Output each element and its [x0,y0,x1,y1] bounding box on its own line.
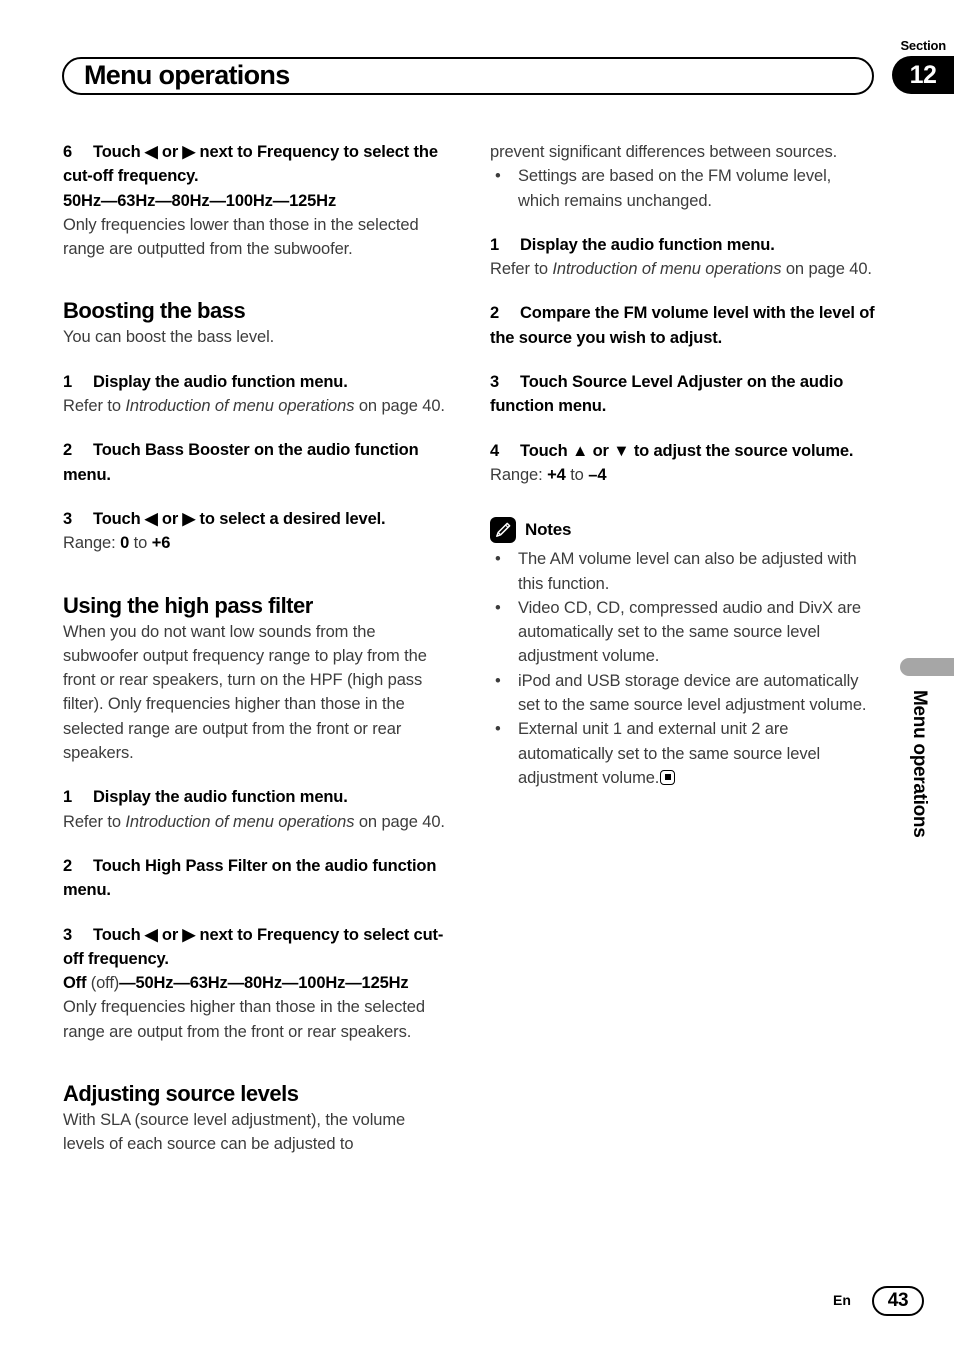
hpf-step-3-values: Off (off)—50Hz—63Hz—80Hz—100Hz—125Hz [63,971,449,995]
side-tab-marker [900,658,954,676]
pencil-icon [490,517,516,544]
step-number: 3 [63,925,73,944]
refer-suffix: on page 40. [781,260,872,279]
step-text: Compare the FM volume level with the lev… [490,304,875,347]
page-number: 43 [872,1286,924,1316]
right-column: prevent significant differences between … [490,140,876,790]
step-number: 3 [63,509,73,528]
range-from: 0 [120,534,130,553]
value-off-note: (off) [86,974,120,993]
end-of-section-icon [660,769,676,785]
step-text: Touch ◀ or ▶ next to Frequency to select… [63,925,444,968]
bullet-icon: • [495,598,501,617]
section-number-badge: 12 [892,56,954,94]
notes-list: • The AM volume level can also be adjuste… [490,547,876,790]
section-label: Section [900,38,946,53]
refer-prefix: Refer to [63,397,126,416]
range-label: Range: [63,534,121,553]
page-header: Section 12 Menu operations [0,0,954,120]
value-off: Off [63,974,87,993]
step-text: Display the audio function menu. [520,235,775,254]
list-item: • External unit 1 and external unit 2 are… [490,717,876,790]
hpf-step-2: 2 Touch High Pass Filter on the audio fun… [63,854,449,903]
step-number: 3 [490,373,500,392]
bullet-icon: • [495,671,501,690]
refer-italic-title: Introduction of menu operations [552,260,782,279]
range-conjunction: to [129,534,152,553]
range-to: –4 [588,465,607,484]
refer-prefix: Refer to [63,812,126,831]
list-item: • iPod and USB storage device are automat… [490,669,876,718]
refer-italic-title: Introduction of menu operations [125,397,355,416]
range-label: Range: [490,465,548,484]
bullet-icon: • [495,720,501,739]
sla-step-4: 4 Touch ▲ or ▼ to adjust the source volum… [490,439,876,463]
page-title: Menu operations [84,60,290,90]
boosting-range: Range: 0 to +6 [63,531,449,555]
step-6-values: 50Hz—63Hz—80Hz—100Hz—125Hz [63,191,337,210]
sla-intro-continued: prevent significant differences between … [490,143,838,161]
value-frequencies: —50Hz—63Hz—80Hz—100Hz—125Hz [119,974,409,993]
sla-step-1-refer: Refer to Introduction of menu operations… [490,257,876,281]
step-number: 1 [490,235,500,254]
boosting-step-1: 1 Display the audio function menu. [63,370,449,394]
heading-adjusting-source-levels: Adjusting source levels [63,1081,299,1107]
heading-boosting-the-bass: Boosting the bass [63,298,246,324]
list-item-text: Settings are based on the FM volume leve… [518,167,832,210]
list-item-text: The AM volume level can also be adjusted… [518,550,857,593]
step-6: 6 Touch ◀ or ▶ next to Frequency to selec… [63,140,449,189]
boosting-step-3: 3 Touch ◀ or ▶ to select a desired level. [63,507,449,531]
notes-header: Notes [490,517,876,544]
sla-intro-bullets: • Settings are based on the FM volume lev… [490,164,876,213]
hpf-step-1-refer: Refer to Introduction of menu operations… [63,810,449,834]
sla-step-1: 1 Display the audio function menu. [490,233,876,257]
step-number: 4 [490,441,500,460]
step-6-body: Only frequencies lower than those in the… [63,215,419,259]
boosting-step-2: 2 Touch Bass Booster on the audio functio… [63,438,449,487]
step-number: 2 [63,856,73,875]
step-number: 6 [63,143,73,161]
sla-range: Range: +4 to –4 [490,463,876,487]
side-tab-label: Menu operations [909,690,930,838]
bullet-icon: • [495,167,501,186]
hpf-intro: When you do not want low sounds from the… [63,622,427,763]
range-to: +6 [151,534,171,553]
step-number: 1 [63,788,73,807]
hpf-step-3: 3 Touch ◀ or ▶ next to Frequency to selec… [63,923,449,972]
step-text: Display the audio function menu. [93,788,348,807]
footer-language: En [833,1292,851,1308]
step-text: Display the audio function menu. [93,372,348,391]
sla-step-2: 2 Compare the FM volume level with the le… [490,301,876,350]
step-text: Touch ◀ or ▶ to select a desired level. [93,509,386,528]
range-from: +4 [547,465,566,484]
refer-prefix: Refer to [490,260,553,279]
refer-suffix: on page 40. [354,397,445,416]
list-item: • Video CD, CD, compressed audio and DivX… [490,596,876,669]
range-conjunction: to [565,465,589,484]
hpf-step-1: 1 Display the audio function menu. [63,785,449,809]
step-text: Touch ◀ or ▶ next to Frequency to select… [63,143,438,186]
notes-label: Notes [525,520,572,540]
refer-suffix: on page 40. [354,812,445,831]
list-item-text: iPod and USB storage device are automati… [518,671,867,715]
boosting-step-1-refer: Refer to Introduction of menu operations… [63,394,449,418]
sla-step-3: 3 Touch Source Level Adjuster on the audi… [490,370,876,419]
refer-italic-title: Introduction of menu operations [125,812,355,831]
step-number: 1 [63,372,73,391]
bullet-icon: • [495,550,501,569]
step-number: 2 [63,441,73,460]
step-text: Touch Source Level Adjuster on the audio… [490,373,844,416]
list-item: • The AM volume level can also be adjuste… [490,547,876,596]
step-text: Touch Bass Booster on the audio function… [63,441,419,484]
sla-intro: With SLA (source level adjustment), the … [63,1111,406,1154]
step-text: Touch ▲ or ▼ to adjust the source volume… [520,441,854,460]
hpf-step-3-body: Only frequencies higher than those in th… [63,998,425,1041]
step-number: 2 [490,304,500,323]
list-item-text: Video CD, CD, compressed audio and DivX … [518,598,861,666]
list-item: • Settings are based on the FM volume lev… [490,164,876,213]
boosting-intro: You can boost the bass level. [63,328,275,347]
heading-using-the-high-pass-filter: Using the high pass filter [63,592,313,618]
step-text: Touch High Pass Filter on the audio func… [63,856,437,900]
left-column: 6 Touch ◀ or ▶ next to Frequency to selec… [63,140,449,1157]
